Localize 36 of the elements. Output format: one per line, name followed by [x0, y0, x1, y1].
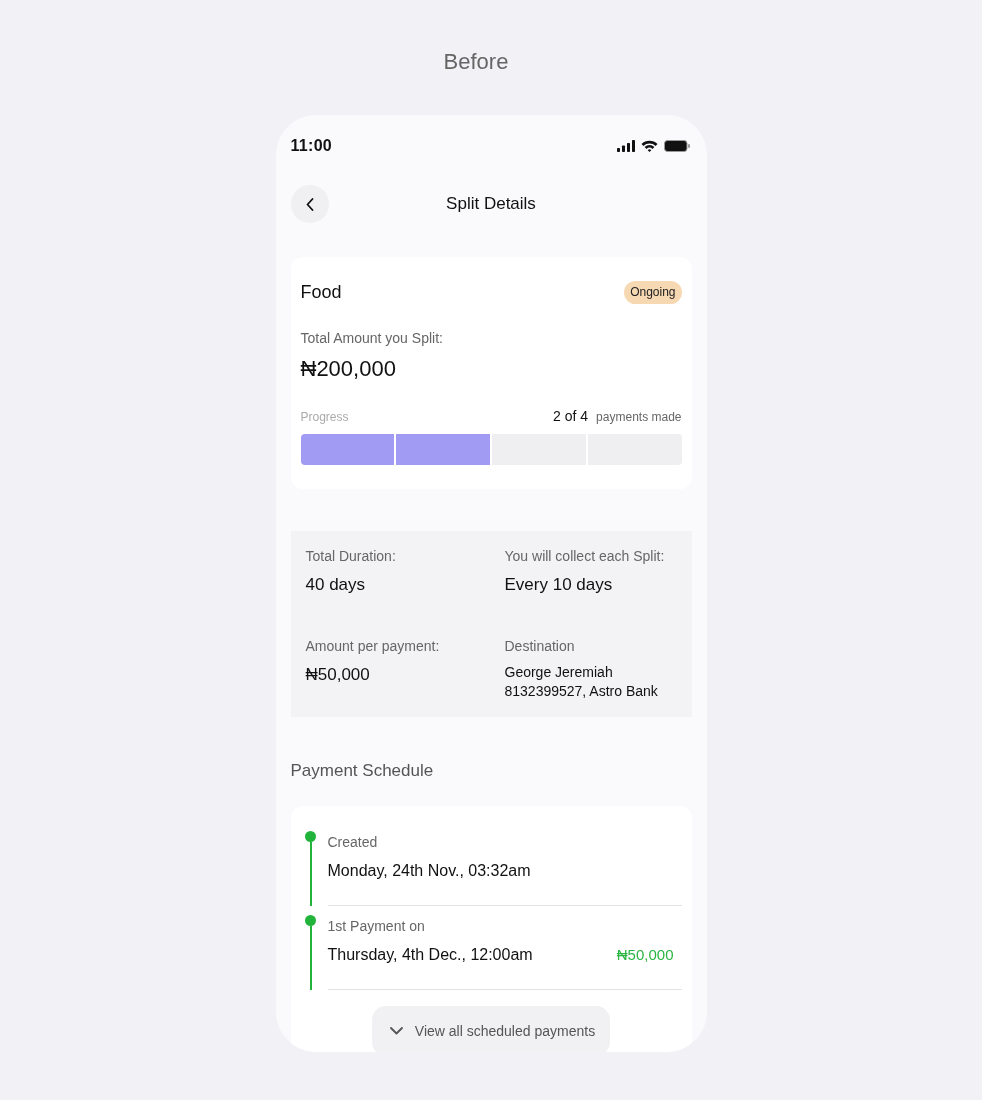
screen-title: Split Details: [445, 193, 537, 215]
timeline-dot-icon: [305, 831, 316, 842]
payments-caption: payments made: [596, 409, 682, 426]
detail-value: Every 10 days: [504, 574, 614, 596]
signal-icon: [616, 140, 635, 152]
chevron-left-icon: [305, 197, 314, 211]
chevron-down-icon: [389, 1027, 403, 1035]
timeline-line: [309, 842, 312, 906]
detail-label: Destination: [504, 637, 576, 655]
payments-count: 2 of 4: [553, 407, 589, 425]
status-badge: Ongoing: [624, 281, 682, 304]
detail-label: Total Duration:: [305, 547, 397, 565]
event-date: Monday, 24th Nov., 03:32am: [327, 861, 531, 881]
detail-label: You will collect each Split:: [504, 547, 666, 565]
timeline-dot-icon: [305, 915, 316, 926]
split-name: Food: [300, 281, 342, 304]
detail-label: Amount per payment:: [305, 637, 441, 655]
view-all-button[interactable]: View all scheduled payments: [371, 1006, 611, 1052]
amount-label: Total Amount you Split:: [300, 329, 444, 347]
event-label: 1st Payment on: [327, 917, 426, 935]
total-amount: ₦200,000: [300, 355, 397, 383]
battery-icon: [663, 140, 690, 152]
detail-value: 40 days: [305, 574, 367, 596]
section-title: Payment Schedule: [290, 760, 435, 782]
back-button[interactable]: [290, 185, 329, 223]
page-caption: Before: [443, 48, 509, 76]
wifi-icon: [640, 140, 658, 152]
progress-label: Progress: [300, 409, 349, 426]
event-label: Created: [327, 833, 379, 851]
event-amount: ₦50,000: [616, 945, 674, 965]
account-name: George Jeremiah: [504, 663, 614, 682]
detail-value: ₦50,000: [305, 664, 371, 686]
account-number: 8132399527, Astro Bank: [504, 682, 659, 701]
timeline-line: [309, 926, 312, 990]
status-time: 11:00: [290, 136, 333, 156]
event-date: Thursday, 4th Dec., 12:00am: [327, 945, 533, 965]
